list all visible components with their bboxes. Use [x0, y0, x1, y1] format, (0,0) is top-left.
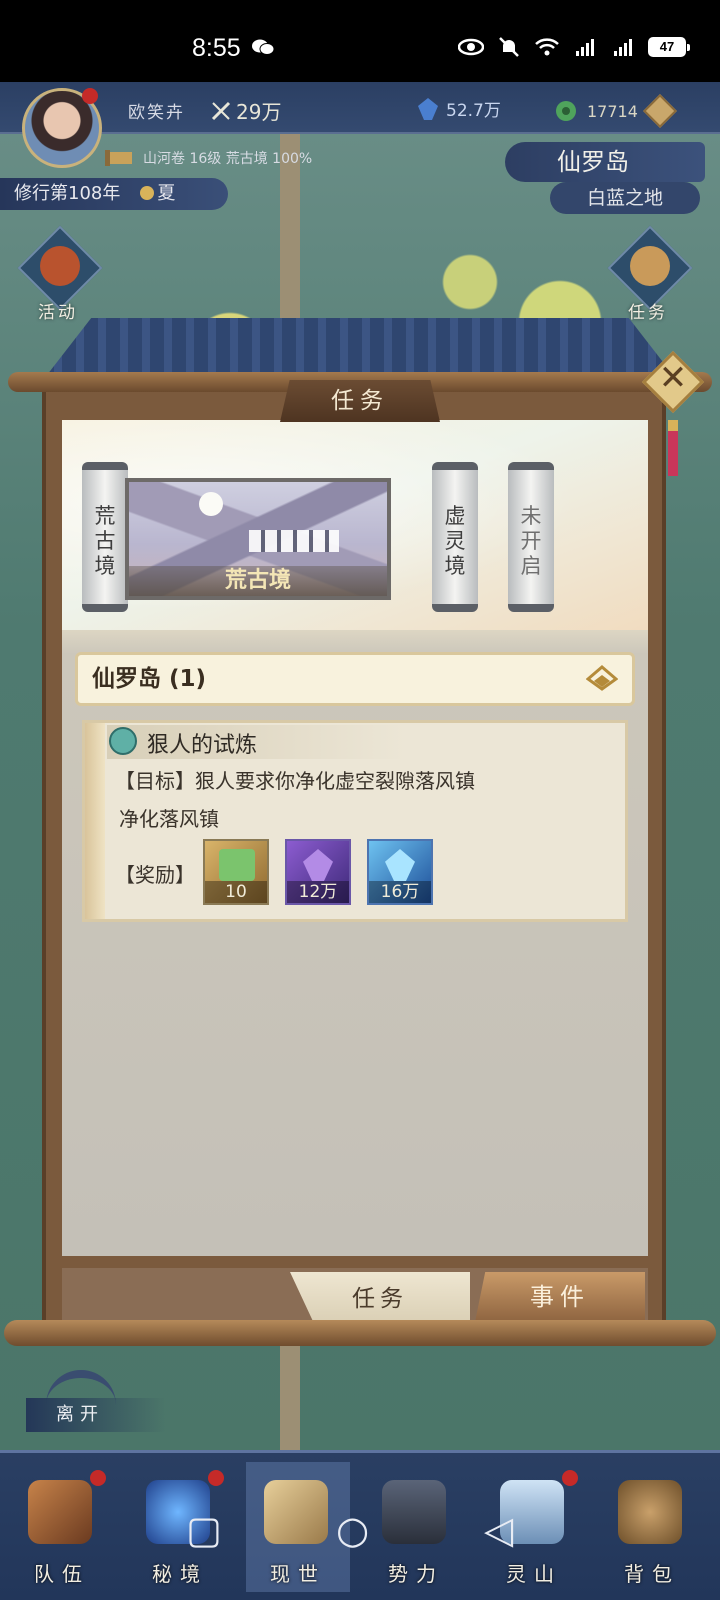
quest-group-header[interactable]: 仙罗岛 (1) — [75, 652, 635, 706]
nav-label: 现世 — [270, 1562, 326, 1586]
book-icon — [219, 849, 255, 881]
quest-card-rail — [85, 723, 105, 919]
notification-dot — [562, 1470, 578, 1486]
realm-scroll-selected[interactable]: 荒古境 — [82, 462, 128, 612]
realm-card[interactable]: 荒古境 — [125, 478, 391, 600]
bag-icon — [630, 246, 670, 286]
scroll-info-text: 山河卷 16级 荒古境 100% — [143, 151, 313, 167]
modal-title: 任务 — [280, 380, 440, 422]
realm-scroll-xuling[interactable]: 虚灵境 — [432, 462, 478, 612]
nav-backpack[interactable]: 背包 — [600, 1462, 704, 1592]
quest-card[interactable]: 狠人的试炼 【目标】狠人要求你净化虚空裂隙落风镇 净化落风镇 【奖励】 10 1… — [82, 720, 628, 922]
crystal-currency: 52.7万 — [418, 96, 501, 121]
status-icons: 47 — [458, 36, 690, 58]
combat-power-value: 29万 — [236, 100, 282, 124]
player-name: 欧笑卉 — [128, 103, 185, 123]
wechat-icon — [252, 39, 274, 55]
battery-indicator: 47 — [648, 37, 690, 57]
leave-label: 离开 — [26, 1398, 166, 1432]
blue-crystal-icon — [385, 849, 415, 881]
lantern-icon — [40, 246, 80, 286]
chevron-down-icon — [586, 665, 618, 691]
crystal-amount: 52.7万 — [446, 101, 501, 121]
add-currency-button[interactable] — [642, 94, 677, 128]
reward-amount: 10 — [205, 881, 267, 903]
season-text: 夏 — [157, 183, 176, 204]
close-button[interactable]: ✕ — [641, 350, 705, 414]
tab-event[interactable]: 事件 — [475, 1272, 645, 1322]
quest-side-button[interactable] — [607, 225, 693, 311]
team-icon — [28, 1480, 92, 1544]
status-bar: 8:55 47 — [0, 0, 720, 82]
quest-side-label: 任务 — [628, 303, 668, 323]
reward-item-book[interactable]: 10 — [203, 839, 269, 905]
reward-item-blue-crystal[interactable]: 16万 — [367, 839, 433, 905]
location-title[interactable]: 仙罗岛 — [505, 142, 705, 182]
leave-button[interactable]: 离开 — [26, 1370, 166, 1432]
home-button[interactable]: ○ — [336, 1508, 369, 1552]
nav-world[interactable]: 现世 — [246, 1462, 350, 1592]
sword-icon — [211, 101, 231, 120]
tassel-ornament — [668, 420, 678, 476]
village-illustration — [249, 530, 339, 552]
purple-crystal-icon — [303, 849, 333, 881]
backpack-icon — [618, 1480, 682, 1544]
wifi-icon — [535, 38, 559, 56]
nav-label: 灵山 — [506, 1562, 562, 1586]
notification-dot — [90, 1470, 106, 1486]
nav-label: 背包 — [624, 1562, 680, 1586]
back-button[interactable]: ◁ — [484, 1508, 513, 1552]
activity-label: 活动 — [38, 303, 78, 323]
nav-team[interactable]: 队伍 — [10, 1462, 114, 1592]
blue-crystal-icon — [418, 97, 438, 120]
modal-bottom-beam — [4, 1320, 716, 1346]
nav-faction[interactable]: 势力 — [364, 1462, 468, 1592]
moon-icon — [199, 492, 223, 516]
jade-amount: 17714 — [587, 101, 638, 121]
cultivation-year: 修行第108年 夏 — [0, 178, 228, 210]
combat-power: 29万 — [210, 96, 281, 125]
reward-item-purple-crystal[interactable]: 12万 — [285, 839, 351, 905]
quest-goal: 【目标】狠人要求你净化虚空裂隙落风镇 — [115, 769, 475, 793]
notification-dot — [208, 1470, 224, 1486]
nav-label: 势力 — [388, 1562, 444, 1586]
reward-amount: 16万 — [369, 881, 431, 903]
jade-coin-icon — [556, 101, 576, 121]
eye-icon — [458, 38, 484, 56]
location-island: 仙罗岛 — [557, 148, 629, 176]
pagoda-icon — [382, 1480, 446, 1544]
signal-4g-icon — [576, 39, 594, 56]
tab-task[interactable]: 任务 — [290, 1272, 470, 1326]
quest-subtask: 净化落风镇 — [119, 807, 219, 831]
group-header-text: 仙罗岛 (1) — [92, 666, 207, 692]
season-icon — [140, 186, 155, 200]
reward-amount: 12万 — [287, 881, 349, 903]
realm-card-label: 荒古境 — [129, 566, 387, 596]
close-icon: ✕ — [658, 358, 688, 398]
year-text: 修行第108年 — [14, 183, 121, 204]
reward-label: 【奖励】 — [115, 863, 195, 887]
muted-bell-icon — [499, 37, 519, 57]
jade-currency: 17714 — [555, 94, 685, 128]
quest-title: 狠人的试炼 — [147, 733, 258, 758]
notification-dot — [82, 88, 98, 104]
recent-apps-button[interactable]: ▢ — [186, 1508, 222, 1552]
sub-location[interactable]: 白蓝之地 — [550, 182, 700, 214]
nav-label: 队伍 — [34, 1562, 90, 1586]
status-time: 8:55 — [192, 34, 241, 62]
nav-label: 秘境 — [152, 1562, 208, 1586]
map-scroll-icon — [264, 1480, 328, 1544]
realm-scroll-locked[interactable]: 未开启 — [508, 462, 554, 612]
scroll-icon — [105, 150, 132, 166]
activity-button[interactable] — [17, 225, 103, 311]
scroll-progress[interactable]: 山河卷 16级 荒古境 100% — [105, 148, 312, 168]
signal-5g-icon — [614, 39, 632, 56]
quest-type-icon — [109, 727, 137, 755]
